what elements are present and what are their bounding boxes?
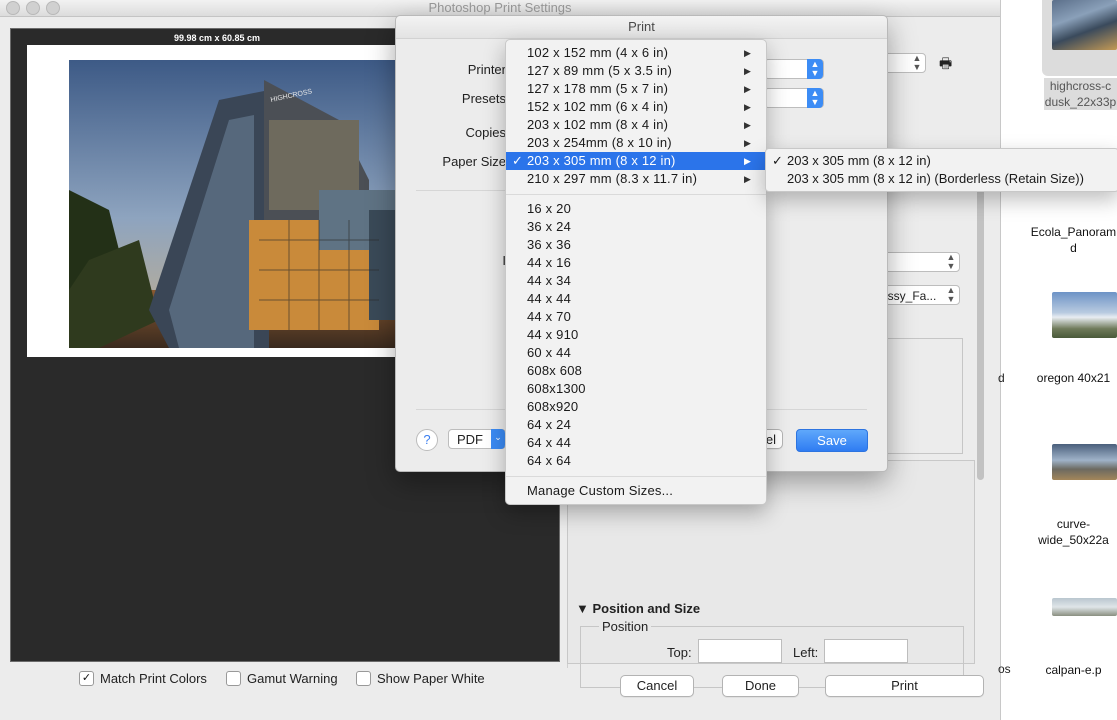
building-photo-image: HIGHCROSS — [69, 60, 399, 348]
checkmark-icon: ✓ — [512, 153, 523, 168]
desktop-label-oregon[interactable]: oregon 40x21 — [1030, 370, 1117, 386]
custom-size-item[interactable]: 44 x 44 — [506, 290, 766, 308]
presets-arrows-icon: ▲ ▼ — [807, 88, 823, 108]
desktop-label-calpan[interactable]: calpan-e.p — [1030, 662, 1117, 678]
custom-size-item[interactable]: 44 x 16 — [506, 254, 766, 272]
custom-size-item[interactable]: 16 x 20 — [506, 200, 766, 218]
done-button[interactable]: Done — [722, 675, 799, 697]
gamut-warning-label: Gamut Warning — [247, 670, 338, 686]
print-button[interactable]: Print — [825, 675, 984, 697]
show-paper-white-label: Show Paper White — [377, 670, 485, 686]
scrollbar-thumb[interactable] — [977, 180, 984, 480]
printer-setup-icon[interactable]: 🖶 — [939, 55, 957, 71]
submenu-arrow-icon: ▶ — [744, 138, 751, 148]
desktop-label-highcross[interactable]: highcross-c dusk_22x33p — [1044, 78, 1117, 110]
custom-size-item[interactable]: 64 x 64 — [506, 452, 766, 470]
paper-size-item[interactable]: 203 x 254mm (8 x 10 in) ▶ — [506, 134, 766, 152]
custom-size-item[interactable]: 36 x 36 — [506, 236, 766, 254]
custom-size-item[interactable]: 64 x 24 — [506, 416, 766, 434]
show-paper-white-option[interactable]: Show Paper White — [356, 669, 485, 687]
submenu-arrow-icon: ▶ — [744, 174, 751, 184]
highcross-thumbnail[interactable] — [1052, 0, 1117, 50]
save-button[interactable]: Save — [796, 429, 868, 452]
submenu-arrow-icon: ▶ — [744, 84, 751, 94]
submenu-arrow-icon: ▶ — [744, 120, 751, 130]
desktop-label-ecola[interactable]: Ecola_Panoram d — [1030, 224, 1117, 256]
rendering-arrows-icon: ▲ ▼ — [946, 252, 956, 271]
settings-scrollbar[interactable] — [975, 180, 987, 480]
printer-label: Printer — [467, 62, 506, 77]
match-print-colors-option[interactable]: ✓ Match Print Colors — [79, 669, 207, 687]
show-paper-white-checkbox[interactable] — [356, 670, 371, 686]
paper-size-menu: 102 x 152 mm (4 x 6 in) ▶ 127 x 89 mm (5 … — [505, 39, 767, 505]
printer-select-arrows-icon: ▲ ▼ — [912, 53, 922, 72]
presets-label: Presets — [461, 91, 506, 106]
submenu-item-standard[interactable]: ✓ 203 x 305 mm (8 x 12 in) — [766, 152, 1117, 170]
calpan-thumbnail[interactable] — [1052, 598, 1117, 616]
paper-size-item[interactable]: 210 x 297 mm (8.3 x 11.7 in) ▶ — [506, 170, 766, 188]
position-and-size-header[interactable]: ▼ Position and Size — [576, 601, 700, 616]
desktop-label-curve[interactable]: curve-wide_50x22a — [1030, 516, 1117, 548]
submenu-item-borderless[interactable]: 203 x 305 mm (8 x 12 in) (Borderless (Re… — [766, 170, 1117, 188]
window-title: Photoshop Print Settings — [428, 0, 572, 15]
custom-size-item[interactable]: 44 x 910 — [506, 326, 766, 344]
submenu-arrow-icon: ▶ — [744, 156, 751, 166]
paper-size-item[interactable]: 127 x 178 mm (5 x 7 in) ▶ — [506, 80, 766, 98]
copies-label: Copies — [465, 125, 506, 140]
match-print-colors-label: Match Print Colors — [100, 670, 207, 686]
paper-dimensions-label: 99.98 cm x 60.85 cm — [27, 31, 407, 46]
paper-size-item-selected[interactable]: ✓ 203 x 305 mm (8 x 12 in) ▶ — [506, 152, 766, 170]
top-input[interactable] — [698, 639, 782, 663]
cancel-button[interactable]: Cancel — [620, 675, 694, 697]
menu-separator — [506, 194, 766, 195]
curve-wide-thumbnail[interactable] — [1052, 444, 1117, 480]
custom-size-item[interactable]: 608x920 — [506, 398, 766, 416]
match-print-colors-checkbox[interactable]: ✓ — [79, 670, 94, 686]
printer-select[interactable]: ▲ ▼ — [764, 59, 824, 79]
rendering-select-background[interactable]: ▲ ▼ — [880, 252, 960, 272]
left-input[interactable] — [824, 639, 908, 663]
submenu-arrow-icon: ▶ — [744, 102, 751, 112]
printer-arrows-icon: ▲ ▼ — [807, 59, 823, 79]
printer-profile-arrows-icon: ▲ ▼ — [946, 285, 956, 304]
top-label: Top: — [667, 645, 692, 660]
custom-size-item[interactable]: 64 x 44 — [506, 434, 766, 452]
presets-select[interactable]: ▲ ▼ — [764, 88, 824, 108]
partial-label-d: d — [998, 371, 1005, 385]
custom-size-item[interactable]: 36 x 24 — [506, 218, 766, 236]
disclosure-triangle-icon: ▼ — [576, 601, 593, 616]
checkmark-icon: ✓ — [772, 153, 783, 168]
submenu-arrow-icon: ▶ — [744, 66, 751, 76]
gamut-warning-option[interactable]: Gamut Warning — [226, 669, 338, 687]
submenu-arrow-icon: ▶ — [744, 48, 751, 58]
pdf-menu-button[interactable]: PDF ⌄ — [448, 429, 506, 449]
custom-size-item[interactable]: 44 x 70 — [506, 308, 766, 326]
custom-size-item[interactable]: 44 x 34 — [506, 272, 766, 290]
paper-size-item[interactable]: 203 x 102 mm (8 x 4 in) ▶ — [506, 116, 766, 134]
paper-size-label: Paper Size — [442, 154, 506, 169]
pdf-chevron-icon: ⌄ — [491, 429, 505, 449]
custom-size-item[interactable]: 60 x 44 — [506, 344, 766, 362]
custom-size-item[interactable]: 608x 608 — [506, 362, 766, 380]
paper-size-submenu: ✓ 203 x 305 mm (8 x 12 in) 203 x 305 mm (… — [765, 148, 1117, 192]
paper-size-item[interactable]: 152 x 102 mm (6 x 4 in) ▶ — [506, 98, 766, 116]
gamut-warning-checkbox[interactable] — [226, 670, 241, 686]
left-label: Left: — [793, 645, 819, 660]
position-legend: Position — [599, 619, 652, 634]
paper-size-item[interactable]: 102 x 152 mm (4 x 6 in) ▶ — [506, 44, 766, 62]
custom-size-item[interactable]: 608x1300 — [506, 380, 766, 398]
oregon-thumbnail[interactable] — [1052, 292, 1117, 338]
preview-photo[interactable]: HIGHCROSS — [69, 60, 399, 348]
partial-label-os: os — [998, 662, 1011, 676]
help-button[interactable]: ? — [416, 429, 438, 451]
desktop: highcross-c dusk_22x33p Ecola_Panoram d or… — [1000, 0, 1117, 720]
printer-profile-value: ossy_Fa... — [881, 289, 937, 303]
print-dialog-title: Print — [396, 16, 887, 39]
manage-custom-sizes-item[interactable]: Manage Custom Sizes... — [506, 482, 766, 500]
paper-size-item[interactable]: 127 x 89 mm (5 x 3.5 in) ▶ — [506, 62, 766, 80]
menu-separator — [506, 476, 766, 477]
